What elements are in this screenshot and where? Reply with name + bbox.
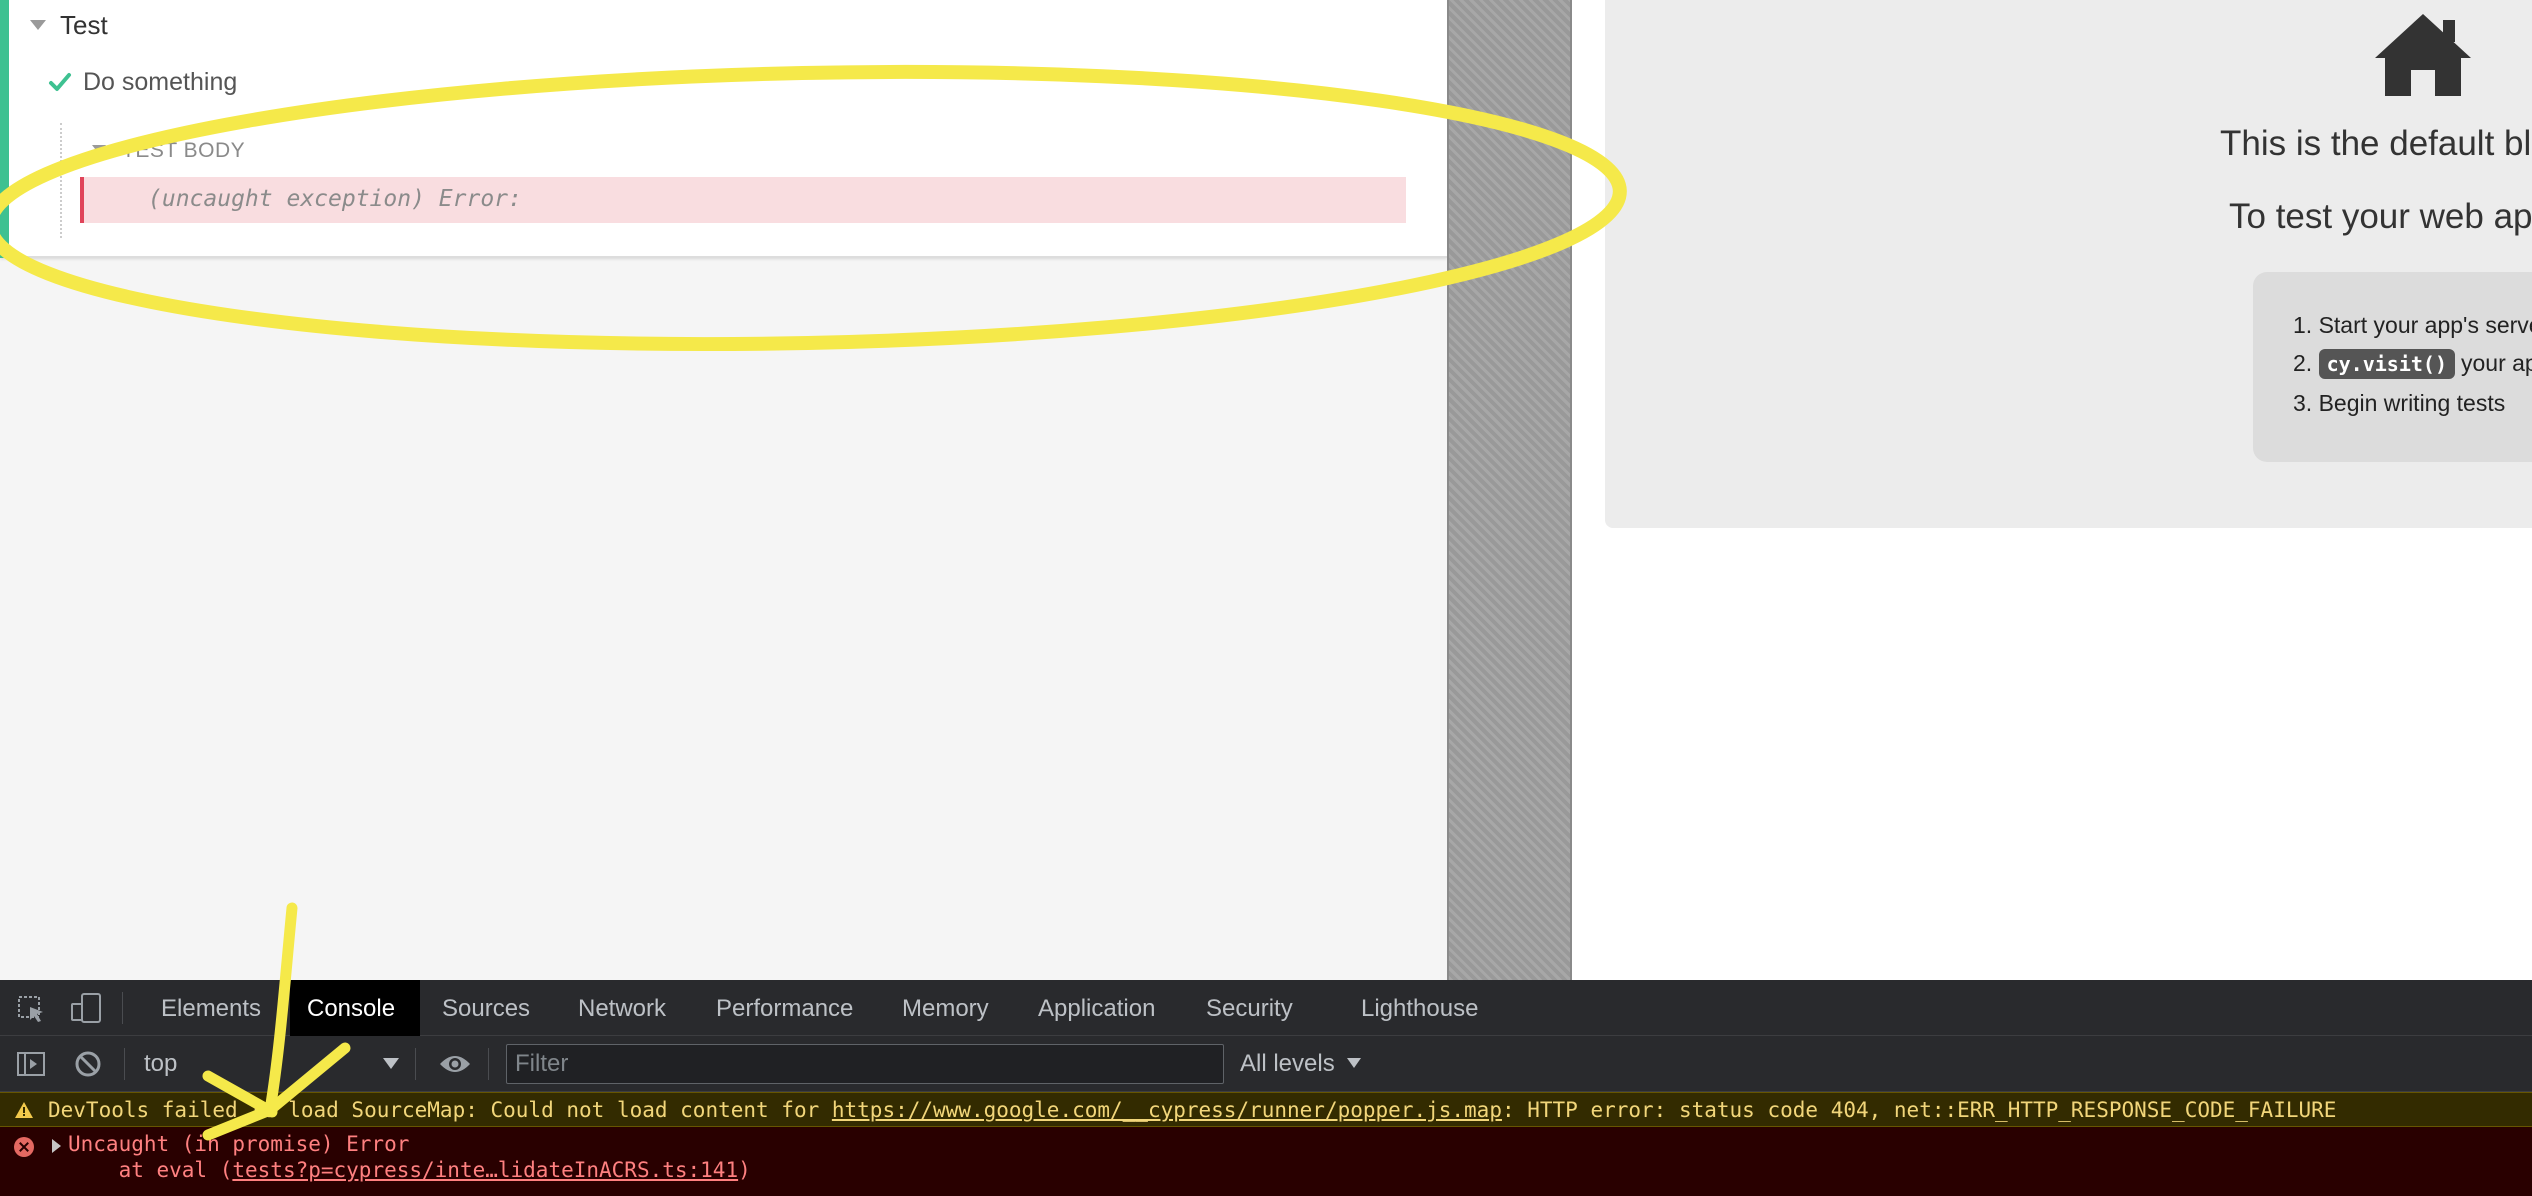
suite-title[interactable]: Test <box>60 10 108 41</box>
error-stack-line: at eval (tests?p=cypress/inte…lidateInAC… <box>68 1158 751 1182</box>
toolbar-divider <box>124 1048 125 1080</box>
devtools-tab-bar: Elements Console Sources Network Perform… <box>0 980 2532 1036</box>
tab-console-label: Console <box>307 995 396 1022</box>
sourcemap-link[interactable]: https://www.google.com/__cypress/runner/… <box>832 1098 1502 1122</box>
command-error-row[interactable]: (uncaught exception) Error: <box>80 177 1406 223</box>
filter-input[interactable] <box>506 1044 1224 1084</box>
device-toolbar-icon[interactable] <box>70 992 104 1024</box>
tab-elements[interactable]: Elements <box>161 995 261 1023</box>
test-body-collapse-icon[interactable] <box>92 145 106 154</box>
test-suite-block: Test Do something TEST BODY (uncaught ex… <box>0 0 1447 258</box>
panel-resize-handle[interactable] <box>1447 0 1572 980</box>
blank-page-subtitle: To test your web applic <box>2229 197 2532 236</box>
stack-source-link[interactable]: tests?p=cypress/inte…lidateInACRS.ts:141 <box>232 1158 738 1182</box>
step-text: Start your app's server <box>2318 312 2532 338</box>
step-text: Begin writing tests <box>2318 390 2506 416</box>
test-reporter-panel: Test Do something TEST BODY (uncaught ex… <box>0 0 1447 980</box>
toolbar-divider <box>488 1048 489 1080</box>
clear-console-icon[interactable] <box>74 1050 102 1078</box>
step-number: 2. <box>2293 350 2313 376</box>
home-icon <box>2375 14 2471 96</box>
blank-page-title: This is the default blank <box>2220 124 2532 163</box>
test-body-guide <box>60 123 62 238</box>
log-levels-dropdown[interactable]: All levels <box>1240 1050 1335 1078</box>
default-blank-page: This is the default blank To test your w… <box>1605 0 2532 528</box>
error-icon <box>14 1137 34 1157</box>
test-body-label[interactable]: TEST BODY <box>122 139 245 163</box>
tab-network[interactable]: Network <box>578 995 666 1023</box>
toolbar-divider <box>415 1048 416 1080</box>
step-item: 2. cy.visit()your app <box>2293 349 2532 379</box>
test-title[interactable]: Do something <box>83 68 237 97</box>
devtools-panel: Elements Console Sources Network Perform… <box>0 980 2532 1196</box>
warning-icon <box>15 1102 33 1118</box>
warning-text: DevTools failed to load SourceMap: Could… <box>48 1098 2336 1122</box>
tab-security[interactable]: Security <box>1206 995 1293 1023</box>
stack-suffix: ) <box>738 1158 751 1182</box>
sidebar-toggle-icon[interactable] <box>16 1050 46 1078</box>
error-title[interactable]: Uncaught (in promise) Error <box>68 1132 409 1156</box>
inspect-element-icon[interactable] <box>16 994 46 1024</box>
suite-status-bar <box>0 0 9 258</box>
check-icon <box>49 73 71 91</box>
expand-arrow-icon[interactable] <box>52 1139 61 1153</box>
step-text: your app <box>2461 350 2532 376</box>
tab-console[interactable]: Console <box>290 980 420 1036</box>
tab-memory[interactable]: Memory <box>902 995 989 1023</box>
context-selector[interactable]: top <box>144 1050 177 1078</box>
live-expression-eye-icon[interactable] <box>438 1052 472 1076</box>
error-message: (uncaught exception) Error: <box>148 186 522 212</box>
warning-suffix: : HTTP error: status code 404, net::ERR_… <box>1501 1098 2337 1122</box>
chevron-down-icon[interactable] <box>1347 1058 1361 1068</box>
code-snippet: cy.visit() <box>2318 349 2455 379</box>
tab-performance[interactable]: Performance <box>716 995 853 1023</box>
chevron-down-icon[interactable] <box>383 1058 399 1069</box>
step-item: 3. Begin writing tests <box>2293 390 2505 417</box>
suite-collapse-icon[interactable] <box>30 20 46 30</box>
tab-lighthouse[interactable]: Lighthouse <box>1361 995 1478 1023</box>
tab-sources[interactable]: Sources <box>442 995 530 1023</box>
toolbar-divider <box>122 992 123 1024</box>
warning-prefix: DevTools failed to load SourceMap: Could… <box>48 1098 832 1122</box>
app-preview: This is the default blank To test your w… <box>1572 0 2532 980</box>
step-item: 1. Start your app's server <box>2293 312 2532 339</box>
tab-application[interactable]: Application <box>1038 995 1155 1023</box>
console-toolbar: top All levels <box>0 1036 2532 1092</box>
stack-prefix: at eval ( <box>68 1158 233 1182</box>
console-warning-message: DevTools failed to load SourceMap: Could… <box>0 1092 2532 1127</box>
steps-list: 1. Start your app's server 2. cy.visit()… <box>2253 272 2532 462</box>
step-number: 1. <box>2293 312 2313 338</box>
step-number: 3. <box>2293 390 2313 416</box>
console-error-message: Uncaught (in promise) Error at eval (tes… <box>0 1127 2532 1196</box>
